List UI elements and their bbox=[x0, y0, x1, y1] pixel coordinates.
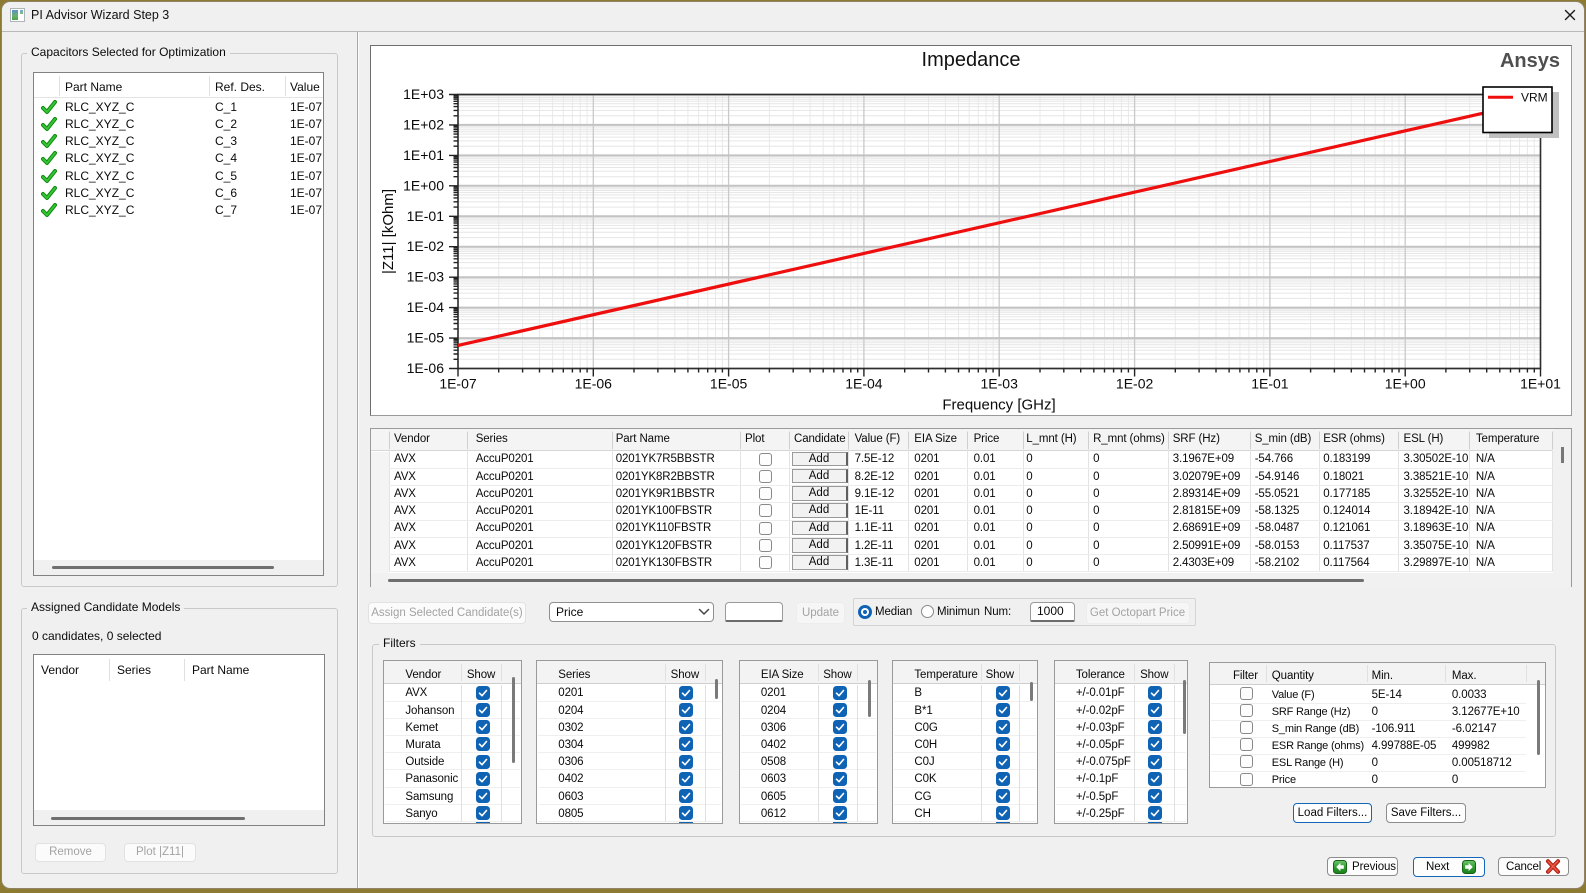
svg-text:VRM: VRM bbox=[1521, 91, 1548, 105]
svg-text:1E+00: 1E+00 bbox=[403, 177, 444, 193]
svg-text:Ansys: Ansys bbox=[1500, 50, 1560, 72]
svg-text:1E-01: 1E-01 bbox=[407, 208, 445, 224]
svg-text:1E-04: 1E-04 bbox=[845, 376, 883, 392]
svg-text:1E+03: 1E+03 bbox=[403, 86, 444, 102]
svg-text:Frequency [GHz]: Frequency [GHz] bbox=[942, 397, 1055, 414]
svg-text:1E-04: 1E-04 bbox=[407, 299, 445, 315]
svg-text:1E-06: 1E-06 bbox=[407, 360, 445, 376]
svg-text:1E+00: 1E+00 bbox=[1385, 376, 1426, 392]
svg-text:1E-02: 1E-02 bbox=[407, 238, 445, 254]
svg-text:1E-05: 1E-05 bbox=[710, 376, 748, 392]
svg-text:|Z11| [kOhm]: |Z11| [kOhm] bbox=[380, 189, 397, 274]
svg-text:1E-01: 1E-01 bbox=[1251, 376, 1289, 392]
svg-text:1E-03: 1E-03 bbox=[981, 376, 1019, 392]
svg-text:1E-06: 1E-06 bbox=[575, 376, 613, 392]
svg-text:1E+01: 1E+01 bbox=[403, 147, 444, 163]
svg-text:1E-02: 1E-02 bbox=[1116, 376, 1154, 392]
svg-text:1E+02: 1E+02 bbox=[403, 116, 444, 132]
svg-text:1E-05: 1E-05 bbox=[407, 330, 445, 346]
svg-text:1E-03: 1E-03 bbox=[407, 269, 445, 285]
svg-text:Impedance: Impedance bbox=[922, 49, 1021, 71]
svg-text:1E+01: 1E+01 bbox=[1520, 376, 1561, 392]
svg-text:1E-07: 1E-07 bbox=[439, 376, 477, 392]
